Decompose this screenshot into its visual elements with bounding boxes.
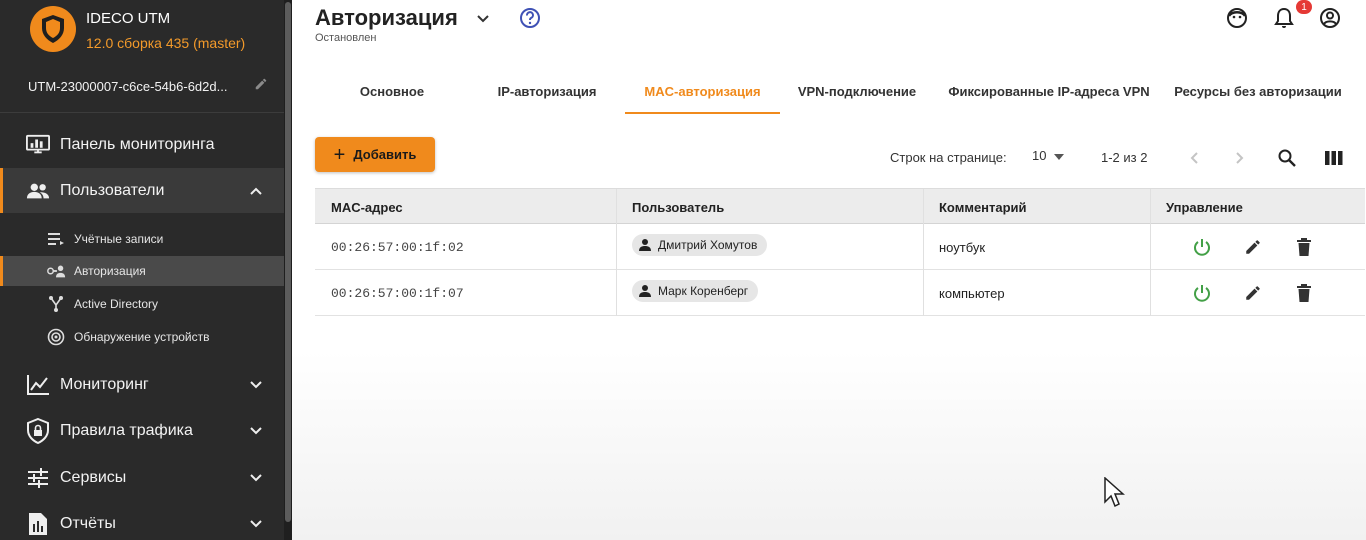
edit-pencil-icon[interactable]	[1241, 235, 1265, 259]
app-name: IDECO UTM	[86, 9, 171, 27]
person-icon	[639, 285, 651, 297]
columns-icon[interactable]	[1322, 146, 1346, 170]
add-button[interactable]: + Добавить	[315, 137, 435, 172]
monitor-dashboard-icon	[26, 133, 50, 157]
chevron-down-icon	[246, 468, 266, 488]
sidebar-item-label: Мониторинг	[60, 376, 149, 393]
chevron-down-icon	[246, 375, 266, 395]
search-icon[interactable]	[1275, 146, 1299, 170]
app-version: 12.0 сборка 435 (master)	[86, 34, 246, 51]
report-icon	[26, 512, 50, 536]
tab-fixed-vpn-ip[interactable]: Фиксированные IP-адреса VPN	[940, 68, 1158, 114]
edit-pencil-icon[interactable]	[1241, 281, 1265, 305]
sidebar-scrollbar[interactable]	[284, 0, 292, 540]
sidebar-item-dashboard[interactable]: Панель мониторинга	[0, 125, 284, 165]
sidebar-item-monitoring[interactable]: Мониторинг	[0, 365, 284, 405]
pagination-range: 1-2 из 2	[1101, 150, 1148, 165]
next-page-icon[interactable]	[1228, 146, 1252, 170]
comment-cell: компьютер	[939, 285, 1005, 301]
user-chip[interactable]: Марк Коренберг	[632, 280, 759, 302]
device-name: UTM-23000007-c6ce-54b6-6d2d...	[28, 79, 228, 94]
caret-down-icon	[1054, 148, 1065, 163]
column-header-comment[interactable]: Комментарий	[923, 189, 1150, 225]
power-icon[interactable]	[1190, 281, 1214, 305]
user-chip-label: Дмитрий Хомутов	[658, 238, 758, 252]
sidebar-item-label: Отчёты	[60, 515, 116, 532]
user-key-icon	[46, 261, 66, 281]
sidebar-subitem-authorization[interactable]: Авторизация	[0, 256, 284, 286]
tab-mac-authorization[interactable]: MAC-авторизация	[625, 68, 780, 114]
table-row[interactable]: 00:26:57:00:1f:02 Дмитрий Хомутов ноутбу…	[315, 224, 1365, 270]
sidebar-divider	[0, 112, 284, 113]
rows-per-page-value: 10	[1032, 148, 1047, 163]
table-header: MAC-адрес Пользователь Комментарий Управ…	[315, 188, 1365, 225]
sidebar-subitem-label: Учётные записи	[74, 232, 164, 246]
power-icon[interactable]	[1190, 235, 1214, 259]
table-row[interactable]: 00:26:57:00:1f:07 Марк Коренберг компьют…	[315, 270, 1365, 316]
mac-address-cell: 00:26:57:00:1f:02	[331, 239, 464, 255]
chevron-down-icon	[246, 514, 266, 534]
ideco-logo-icon	[30, 6, 76, 52]
mac-table: MAC-адрес Пользователь Комментарий Управ…	[315, 188, 1365, 316]
add-button-label: Добавить	[353, 147, 417, 162]
sidebar-item-label: Панель мониторинга	[60, 136, 215, 153]
sidebar-subitem-label: Active Directory	[74, 297, 159, 311]
person-icon	[639, 239, 651, 251]
users-icon	[26, 179, 50, 203]
tune-icon	[26, 466, 50, 490]
tab-ip-authorization[interactable]: IP-авторизация	[471, 68, 623, 114]
support-chat-icon[interactable]	[1225, 6, 1249, 30]
sidebar-item-label: Правила трафика	[60, 422, 193, 439]
brand: IDECO UTM 12.0 сборка 435 (master)	[30, 6, 245, 52]
column-header-user[interactable]: Пользователь	[616, 189, 923, 225]
trash-icon[interactable]	[1292, 235, 1316, 259]
mac-address-cell: 00:26:57:00:1f:07	[331, 285, 464, 301]
help-icon[interactable]	[519, 7, 541, 29]
sidebar-subitem-device-discovery[interactable]: Обнаружение устройств	[0, 322, 284, 352]
tab-basic[interactable]: Основное	[316, 68, 468, 114]
sidebar-item-label: Пользователи	[60, 181, 165, 199]
main-content: Авторизация Остановлен 1 Основное IP-авт…	[292, 0, 1366, 540]
list-icon	[46, 229, 66, 249]
directory-icon	[46, 294, 66, 314]
sidebar: IDECO UTM 12.0 сборка 435 (master) UTM-2…	[0, 0, 292, 540]
radar-icon	[46, 327, 66, 347]
pencil-icon[interactable]	[254, 77, 268, 96]
notification-badge: 1	[1296, 0, 1312, 14]
trash-icon[interactable]	[1292, 281, 1316, 305]
rows-per-page-label: Строк на странице:	[890, 150, 1007, 165]
sidebar-subitem-accounts[interactable]: Учётные записи	[0, 224, 284, 254]
shield-lock-icon	[26, 418, 50, 444]
user-chip[interactable]: Дмитрий Хомутов	[632, 234, 768, 256]
sidebar-item-reports[interactable]: Отчёты	[0, 504, 284, 540]
chevron-up-icon	[246, 181, 266, 201]
sidebar-subitem-active-directory[interactable]: Active Directory	[0, 289, 284, 319]
sidebar-item-services[interactable]: Сервисы	[0, 458, 284, 498]
sidebar-item-label: Сервисы	[60, 469, 127, 486]
sidebar-subitem-label: Обнаружение устройств	[74, 330, 210, 344]
sidebar-item-traffic-rules[interactable]: Правила трафика	[0, 411, 284, 451]
rows-per-page-select[interactable]: 10	[1032, 148, 1065, 163]
device-row: UTM-23000007-c6ce-54b6-6d2d...	[28, 77, 268, 96]
page-title: Авторизация	[315, 5, 458, 30]
chevron-down-icon	[246, 421, 266, 441]
plus-icon: +	[333, 143, 346, 166]
account-circle-icon[interactable]	[1318, 6, 1342, 30]
user-cell: Марк Коренберг	[616, 270, 923, 316]
sidebar-subitem-label: Авторизация	[74, 264, 146, 278]
comment-cell: ноутбук	[939, 239, 986, 255]
user-cell: Дмитрий Хомутов	[616, 224, 923, 270]
column-header-actions: Управление	[1166, 199, 1243, 215]
service-status: Остановлен	[315, 32, 377, 44]
mouse-cursor-icon	[1104, 476, 1126, 514]
sidebar-item-users[interactable]: Пользователи	[0, 168, 284, 213]
bell-icon[interactable]	[1272, 6, 1296, 30]
user-chip-label: Марк Коренберг	[658, 284, 749, 298]
chart-line-icon	[26, 373, 50, 397]
tab-vpn-connection[interactable]: VPN-подключение	[781, 68, 933, 114]
title-chevron-down-icon[interactable]	[472, 8, 494, 30]
tab-resources-without-auth[interactable]: Ресурсы без авторизации	[1166, 68, 1350, 114]
column-header-mac[interactable]: MAC-адрес	[315, 189, 616, 225]
prev-page-icon[interactable]	[1182, 146, 1206, 170]
